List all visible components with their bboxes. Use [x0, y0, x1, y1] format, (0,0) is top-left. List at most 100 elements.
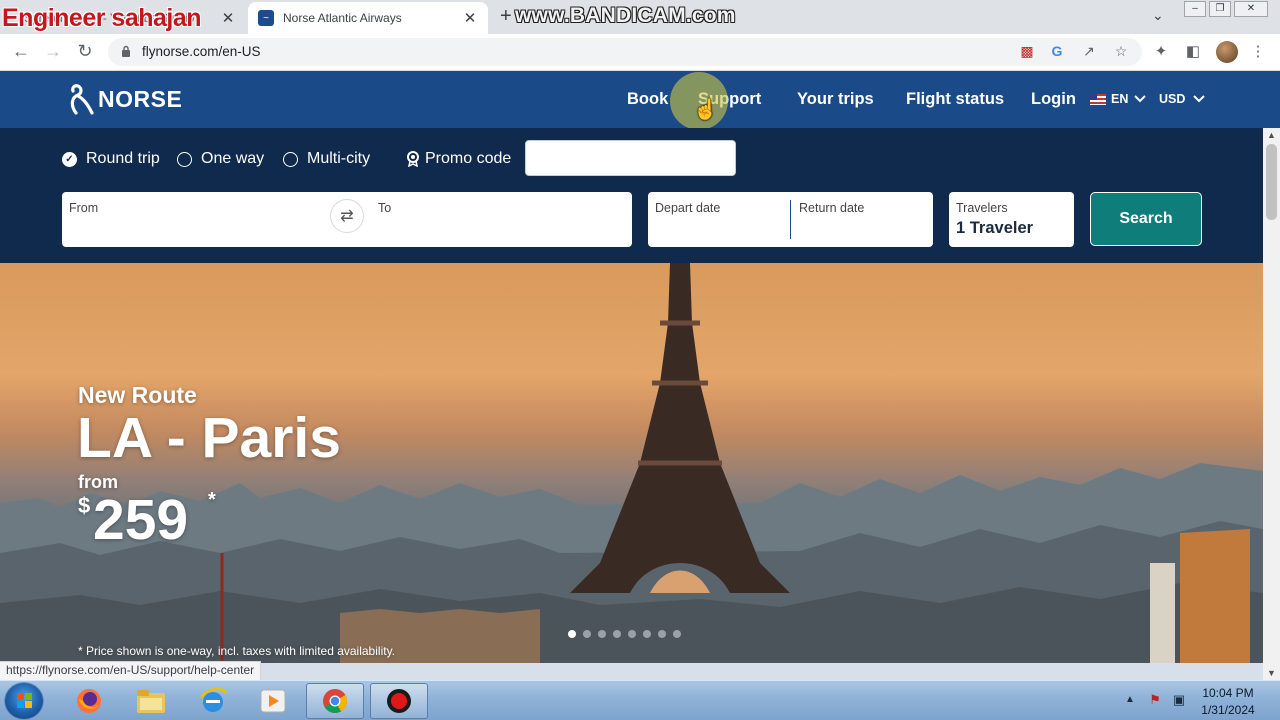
- norse-favicon-icon: ~: [258, 10, 274, 26]
- taskbar-firefox[interactable]: [60, 683, 118, 719]
- close-tab-icon[interactable]: ✕: [462, 9, 478, 27]
- travelers-field[interactable]: Travelers 1 Traveler: [949, 192, 1074, 247]
- close-tab-icon[interactable]: ✕: [220, 9, 236, 27]
- swap-airports-icon[interactable]: ⇄: [330, 199, 364, 233]
- browser-toolbar: ← → ↻ flynorse.com/en-US ▩ G ↗ ☆ ✦ ◧ ⋮: [0, 34, 1280, 71]
- scrollbar-thumb[interactable]: [1266, 144, 1277, 220]
- chevron-down-icon: [1193, 95, 1205, 103]
- chevron-down-icon: [1134, 95, 1147, 103]
- folder-icon: [137, 690, 165, 713]
- carousel-dot[interactable]: [673, 630, 681, 638]
- nav-your-trips[interactable]: Your trips: [797, 90, 874, 109]
- site-header: NORSE Book Support Your trips Flight sta…: [0, 71, 1280, 128]
- new-tab-icon[interactable]: +: [500, 5, 512, 28]
- hero-disclaimer: * Price shown is one-way, incl. taxes wi…: [78, 644, 396, 658]
- brand-name: NORSE: [98, 85, 183, 112]
- media-player-icon: [260, 689, 286, 713]
- carousel-dot[interactable]: [598, 630, 606, 638]
- windows-logo-icon: [17, 693, 33, 709]
- return-date-field[interactable]: Return date: [799, 201, 864, 215]
- promo-code-label: Promo code: [406, 150, 511, 168]
- date-divider: [790, 200, 791, 239]
- trip-type-round-trip[interactable]: ✓ Round trip: [62, 150, 160, 168]
- side-panel-icon[interactable]: ◧: [1183, 42, 1203, 60]
- address-bar[interactable]: flynorse.com/en-US ▩ G ↗ ☆: [108, 38, 1142, 66]
- from-field[interactable]: From: [69, 201, 98, 215]
- carousel-dot[interactable]: [568, 630, 576, 638]
- taskbar-media-player[interactable]: [244, 683, 302, 719]
- us-flag-icon: [1090, 93, 1106, 105]
- clock-time[interactable]: 10:04 PM: [1190, 686, 1266, 700]
- nav-flight-status[interactable]: Flight status: [906, 90, 1004, 109]
- radio-icon[interactable]: [283, 151, 298, 167]
- trip-type-label: One way: [201, 150, 265, 167]
- action-center-flag-icon[interactable]: ⚑: [1146, 692, 1164, 708]
- window-restore-icon[interactable]: ❐: [1209, 1, 1231, 17]
- carousel-dot[interactable]: [583, 630, 591, 638]
- show-hidden-icons-chevron-icon[interactable]: ▲: [1125, 694, 1135, 705]
- taskbar-explorer[interactable]: [122, 683, 180, 719]
- carousel-dot[interactable]: [643, 630, 651, 638]
- firefox-icon: [77, 689, 101, 713]
- currency-code: USD: [1159, 92, 1186, 106]
- page-scrollbar[interactable]: ▲ ▼: [1263, 128, 1280, 680]
- taskbar-chrome[interactable]: [306, 683, 364, 719]
- promo-code-input[interactable]: [525, 140, 736, 176]
- nav-login[interactable]: Login: [1031, 90, 1076, 109]
- search-button[interactable]: Search: [1090, 192, 1202, 246]
- taskbar-bandicam[interactable]: [370, 683, 428, 719]
- forward-arrow-icon[interactable]: →: [42, 41, 64, 62]
- trip-type-one-way[interactable]: One way: [177, 150, 264, 168]
- trip-type-multi-city[interactable]: Multi-city: [283, 150, 370, 168]
- carousel-dots: [568, 630, 681, 638]
- promo-label-text: Promo code: [425, 150, 512, 167]
- hero-banner[interactable]: New Route LA - Paris from $ 259 * * Pric…: [0, 263, 1263, 663]
- browser-tab-strip: Spread output - YouTube Studio ✕ ~ Norse…: [0, 0, 1280, 34]
- eiffel-tower-illustration: [570, 263, 790, 593]
- browser-tab-norse[interactable]: ~ Norse Atlantic Airways ✕: [248, 2, 488, 34]
- back-arrow-icon[interactable]: ←: [10, 41, 32, 62]
- trip-type-label: Multi-city: [307, 150, 371, 167]
- trip-type-label: Round trip: [86, 150, 160, 167]
- reload-icon[interactable]: ↻: [74, 41, 96, 62]
- hand-cursor-icon: ☝: [693, 99, 718, 121]
- url-text[interactable]: flynorse.com/en-US: [142, 44, 261, 59]
- window-minimize-icon[interactable]: –: [1184, 1, 1206, 17]
- language-selector[interactable]: EN: [1090, 92, 1147, 106]
- network-icon[interactable]: ▣: [1170, 692, 1188, 708]
- norse-logo[interactable]: NORSE: [68, 83, 182, 115]
- taskbar-internet-explorer[interactable]: [184, 683, 242, 719]
- hero-route: LA - Paris: [77, 406, 341, 470]
- carousel-dot[interactable]: [613, 630, 621, 638]
- carousel-dot[interactable]: [628, 630, 636, 638]
- currency-selector[interactable]: USD: [1159, 92, 1205, 106]
- scroll-up-arrow-icon[interactable]: ▲: [1267, 130, 1276, 140]
- window-close-icon[interactable]: ✕: [1234, 1, 1268, 17]
- extensions-puzzle-icon[interactable]: ✦: [1151, 42, 1171, 60]
- chrome-menu-kebab-icon[interactable]: ⋮: [1248, 42, 1268, 60]
- radio-icon[interactable]: [177, 151, 192, 167]
- nav-book[interactable]: Book: [627, 90, 668, 109]
- hero-price-marker: *: [208, 489, 216, 511]
- depart-date-field[interactable]: Depart date: [655, 201, 720, 215]
- share-icon[interactable]: ↗: [1080, 43, 1098, 60]
- record-icon: [387, 689, 411, 713]
- bookmark-star-icon[interactable]: ☆: [1112, 43, 1130, 60]
- lock-icon: [122, 45, 130, 57]
- blocked-popup-icon[interactable]: ▩: [1018, 43, 1036, 60]
- hero-currency-symbol: $: [78, 493, 91, 518]
- tab-search-chevron-icon[interactable]: ⌄: [1152, 7, 1164, 24]
- carousel-dot[interactable]: [658, 630, 666, 638]
- profile-avatar[interactable]: [1216, 41, 1238, 63]
- language-code: EN: [1111, 92, 1129, 106]
- chrome-icon: [323, 689, 348, 714]
- tab-title: Norse Atlantic Airways: [283, 11, 402, 25]
- clock-date[interactable]: 1/31/2024: [1190, 703, 1266, 717]
- internet-explorer-icon: [200, 687, 227, 712]
- award-badge-icon: [407, 151, 419, 167]
- google-translate-icon[interactable]: G: [1048, 43, 1066, 59]
- checkmark-icon[interactable]: ✓: [62, 151, 77, 167]
- to-field[interactable]: To: [378, 201, 391, 215]
- scroll-down-arrow-icon[interactable]: ▼: [1267, 668, 1276, 678]
- start-button[interactable]: [4, 682, 44, 720]
